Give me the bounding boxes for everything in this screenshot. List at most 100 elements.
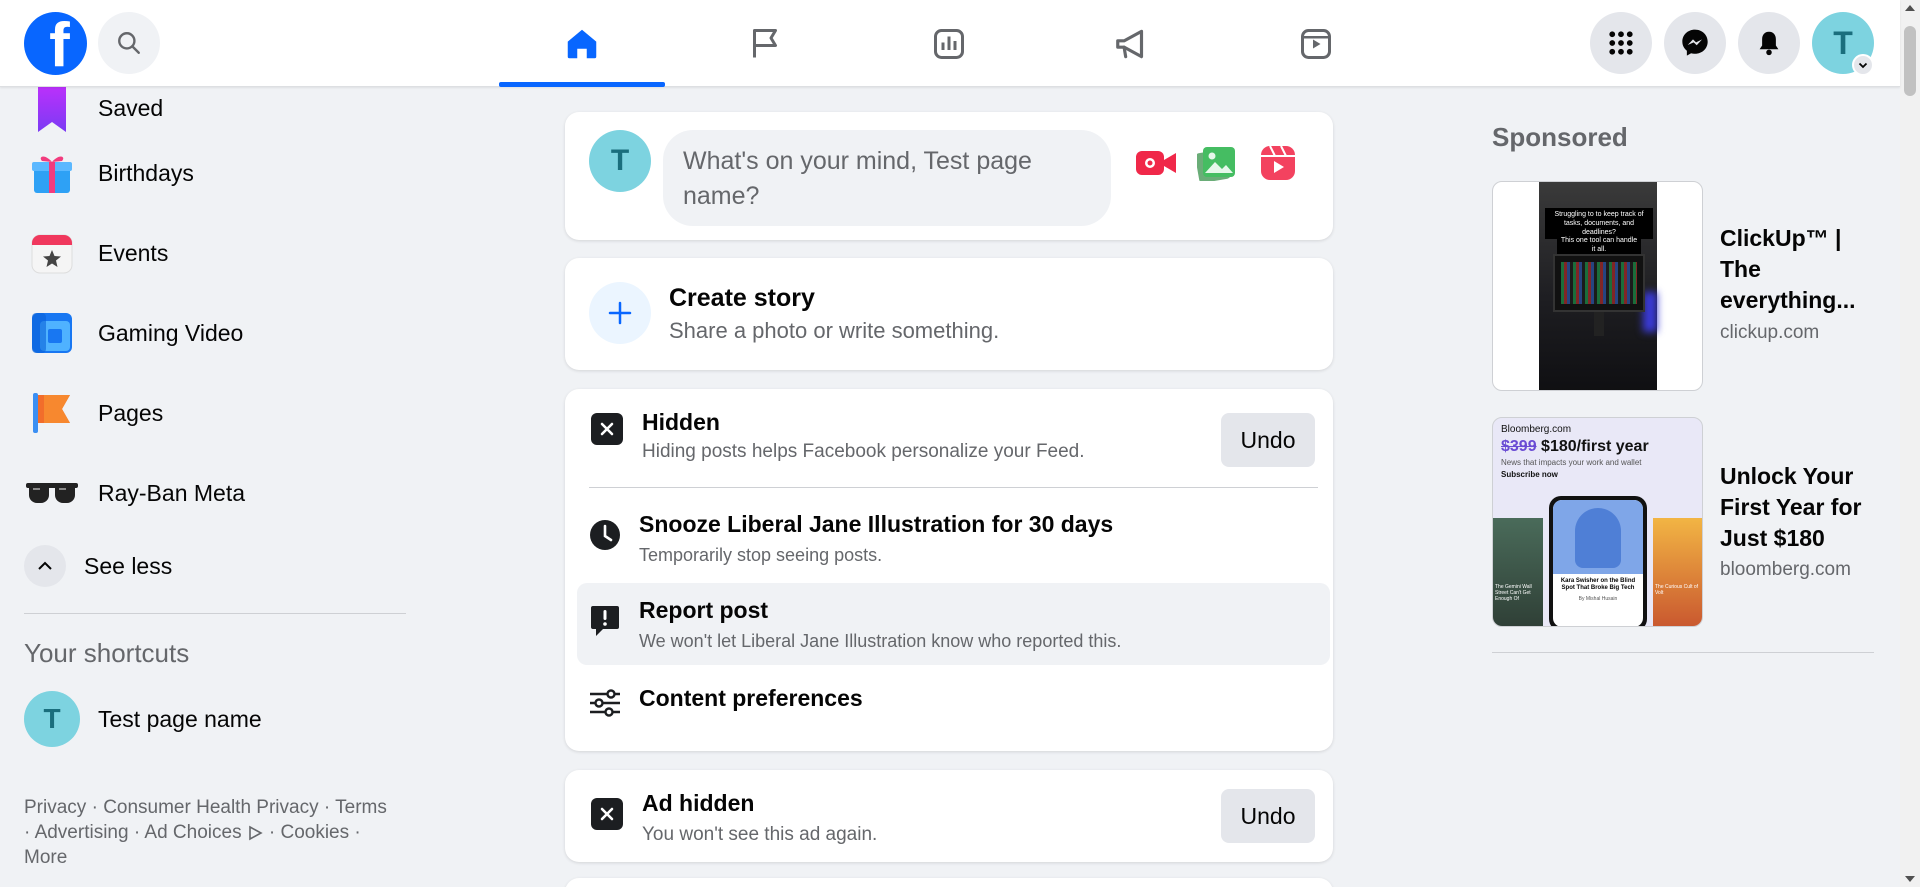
sponsored-ad-clickup[interactable]: Struggling to to keep track of tasks, do… xyxy=(1492,181,1902,391)
footer-link-terms[interactable]: Terms xyxy=(335,797,387,818)
content-preferences-option[interactable]: Content preferences xyxy=(577,669,1330,735)
account-menu-caret[interactable] xyxy=(1852,54,1874,76)
search-icon xyxy=(118,32,140,54)
undo-button[interactable]: Undo xyxy=(1221,413,1315,467)
messenger-button[interactable] xyxy=(1664,12,1726,74)
close-box-icon xyxy=(591,798,623,830)
monitor-image xyxy=(1553,254,1645,312)
bell-icon xyxy=(1759,31,1779,56)
footer-link-consumer-health-privacy[interactable]: Consumer Health Privacy xyxy=(103,797,318,818)
live-video-button[interactable] xyxy=(1135,142,1177,184)
reel-icon xyxy=(1261,145,1295,180)
snooze-subtitle: Temporarily stop seeing posts. xyxy=(639,545,883,565)
ad-thumb-headline: Kara Swisher on the Blind Spot That Brok… xyxy=(1560,578,1636,591)
shortcuts-heading: Your shortcuts xyxy=(24,638,190,668)
tab-pages[interactable] xyxy=(682,0,848,87)
scroll-down-arrow[interactable] xyxy=(1905,876,1915,882)
logo-letter: f xyxy=(49,12,70,76)
megaphone-icon xyxy=(1116,29,1144,58)
ad-domain: clickup.com xyxy=(1720,322,1820,343)
shortcut-label: Test page name xyxy=(98,705,262,732)
snooze-option[interactable]: Snooze Liberal Jane Illustration for 30 … xyxy=(577,497,1330,579)
sidebar-item-birthdays[interactable]: Birthdays xyxy=(24,133,408,213)
whats-on-your-mind-input[interactable]: What's on your mind, Test page name? xyxy=(663,130,1111,226)
ad-thumb-side-text: The Curious Cult of Volt xyxy=(1655,584,1699,596)
ad-title[interactable]: Unlock Your First Year for Just $180 xyxy=(1720,461,1880,554)
photo-icon xyxy=(1197,147,1235,181)
ad-thumbnail[interactable]: Struggling to to keep track of tasks, do… xyxy=(1492,181,1703,391)
footer-link-advertising[interactable]: Advertising xyxy=(35,822,129,843)
bar-chart-icon xyxy=(934,28,964,59)
avatar: T xyxy=(24,691,80,747)
report-subtitle: We won't let Liberal Jane Illustration k… xyxy=(639,631,1122,651)
sidebar-item-label: Ray-Ban Meta xyxy=(98,479,246,506)
ad-title[interactable]: ClickUp™ | The everything... xyxy=(1720,223,1880,316)
tab-ads[interactable] xyxy=(1049,0,1215,87)
scroll-up-arrow[interactable] xyxy=(1905,5,1915,11)
sidebar-item-events[interactable]: Events xyxy=(24,213,408,293)
flag-icon xyxy=(33,393,70,433)
ad-hidden-title: Ad hidden xyxy=(642,790,755,816)
sidebar-item-label: Saved xyxy=(98,94,164,121)
content-preferences-title: Content preferences xyxy=(639,685,863,711)
video-play-icon xyxy=(1301,28,1331,59)
tab-insights[interactable] xyxy=(866,0,1032,87)
create-story-subtitle: Share a photo or write something. xyxy=(669,318,1000,343)
photo-video-button[interactable] xyxy=(1196,142,1238,184)
grid-menu-icon xyxy=(1609,31,1633,55)
tab-home[interactable] xyxy=(499,0,665,87)
footer-link-cookies[interactable]: Cookies xyxy=(280,822,349,843)
next-post-card xyxy=(565,878,1333,887)
ad-hidden-subtitle: You won't see this ad again. xyxy=(642,824,878,845)
see-less-label: See less xyxy=(84,552,173,579)
sidebar-item-saved[interactable]: Saved xyxy=(24,82,408,133)
chevron-up-icon xyxy=(38,561,52,570)
sunglasses-icon xyxy=(26,483,78,503)
see-less-button[interactable]: See less xyxy=(24,533,408,599)
avatar-letter: T xyxy=(1833,24,1853,61)
sponsored-heading: Sponsored xyxy=(1492,122,1628,152)
sponsored-ad-bloomberg[interactable]: Bloomberg.com $399 $180/first year News … xyxy=(1492,417,1902,627)
avatar[interactable]: T xyxy=(589,130,651,192)
sidebar-item-gaming-video[interactable]: Gaming Video xyxy=(24,293,408,373)
report-icon xyxy=(591,606,619,636)
live-video-icon xyxy=(1136,151,1176,175)
tab-reels[interactable] xyxy=(1233,0,1399,87)
close-box-icon xyxy=(591,413,623,445)
scrollbar-thumb[interactable] xyxy=(1904,26,1916,96)
shortcut-item[interactable]: T Test page name xyxy=(24,691,408,747)
reel-button[interactable] xyxy=(1257,142,1299,184)
sidebar-item-label: Pages xyxy=(98,399,164,426)
notifications-button[interactable] xyxy=(1738,12,1800,74)
sidebar-item-pages[interactable]: Pages xyxy=(24,373,408,453)
ad-thumb-old-price: $399 xyxy=(1501,438,1537,455)
report-post-option[interactable]: Report post We won't let Liberal Jane Il… xyxy=(577,583,1330,665)
menu-button[interactable] xyxy=(1590,12,1652,74)
ad-thumb-price: $180/first year xyxy=(1541,438,1649,455)
undo-button[interactable]: Undo xyxy=(1221,789,1315,843)
snooze-title: Snooze Liberal Jane Illustration for 30 … xyxy=(639,511,1114,537)
footer-link-more[interactable]: More xyxy=(24,847,67,868)
sponsored-divider xyxy=(1492,652,1874,653)
calendar-star-icon xyxy=(31,234,73,274)
create-story-card[interactable]: Create story Share a photo or write some… xyxy=(565,258,1333,370)
facebook-logo[interactable]: f xyxy=(24,12,87,75)
bookmark-icon xyxy=(38,82,66,132)
footer-link-privacy[interactable]: Privacy xyxy=(24,797,86,818)
footer-link-ad-choices[interactable]: Ad Choices xyxy=(144,822,241,843)
ad-thumb-brand: Bloomberg.com xyxy=(1501,424,1572,435)
ad-thumbnail[interactable]: Bloomberg.com $399 $180/first year News … xyxy=(1492,417,1703,627)
sidebar-divider xyxy=(24,613,406,614)
ad-hidden-card: Ad hidden You won't see this ad again. U… xyxy=(565,770,1333,862)
messenger-icon xyxy=(1682,29,1708,56)
sidebar-item-label: Birthdays xyxy=(98,159,194,186)
page-scrollbar[interactable] xyxy=(1900,0,1920,887)
add-story-button[interactable] xyxy=(589,282,651,344)
hidden-title: Hidden xyxy=(642,409,720,435)
sidebar-item-ray-ban-meta[interactable]: Ray-Ban Meta xyxy=(24,453,408,533)
search-button[interactable] xyxy=(98,12,160,74)
sidebar-item-label: Gaming Video xyxy=(98,319,244,346)
ad-thumb-side-text: The Gemini Wall Street Can't Get Enough … xyxy=(1495,584,1532,602)
sliders-icon xyxy=(590,689,620,717)
flag-icon xyxy=(753,28,777,57)
